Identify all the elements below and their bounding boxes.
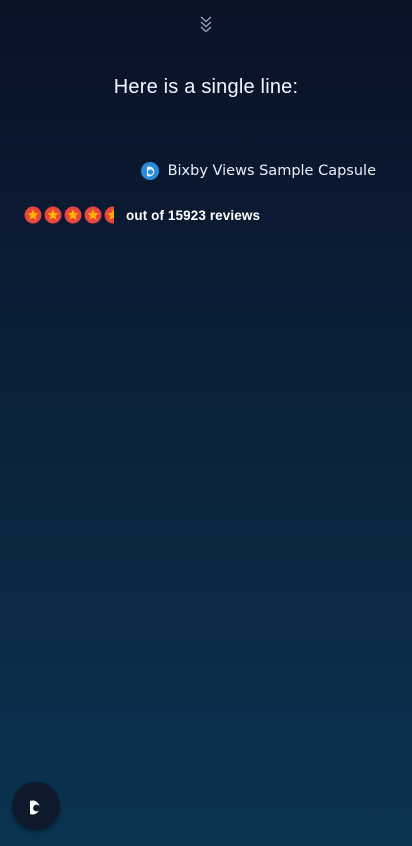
capsule-attribution[interactable]: Bixby Views Sample Capsule bbox=[140, 161, 376, 181]
star-icon bbox=[84, 206, 102, 224]
star-icon bbox=[44, 206, 62, 224]
bixby-button[interactable] bbox=[12, 782, 60, 830]
bixby-logo-icon bbox=[140, 161, 160, 181]
star-rating bbox=[24, 205, 114, 225]
headline: Here is a single line: bbox=[113, 76, 299, 98]
bixby-icon bbox=[30, 797, 40, 815]
rating-row: out of 15923 reviews bbox=[24, 205, 260, 225]
star-icon bbox=[24, 206, 42, 224]
collapse-chevron-icon[interactable] bbox=[196, 12, 216, 36]
star-icon bbox=[64, 206, 82, 224]
capsule-name: Bixby Views Sample Capsule bbox=[167, 163, 376, 179]
star-icon bbox=[104, 206, 114, 224]
reviews-count: out of 15923 reviews bbox=[126, 207, 261, 223]
